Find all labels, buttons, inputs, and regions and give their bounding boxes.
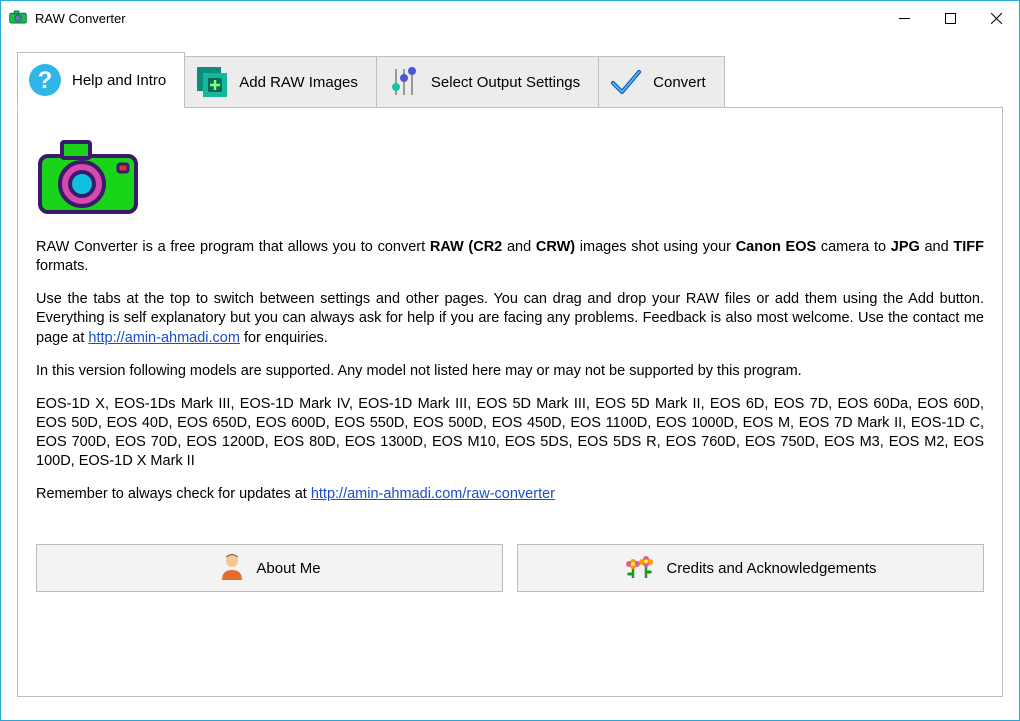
tab-bar: ? Help and Intro Add RAW Images <box>17 52 1003 108</box>
bottom-button-row: About Me <box>36 544 984 592</box>
close-button[interactable] <box>973 2 1019 36</box>
checkmark-icon <box>609 65 643 99</box>
updates-link[interactable]: http://amin-ahmadi.com/raw-converter <box>311 486 555 502</box>
window-title: RAW Converter <box>35 11 126 26</box>
flowers-icon <box>624 552 656 584</box>
tab-label: Help and Intro <box>72 72 166 89</box>
intro-paragraph-3: In this version following models are sup… <box>36 362 984 381</box>
sliders-icon <box>387 65 421 99</box>
add-images-icon <box>195 65 229 99</box>
minimize-button[interactable] <box>881 2 927 36</box>
supported-models-list: EOS-1D X, EOS-1Ds Mark III, EOS-1D Mark … <box>36 395 984 472</box>
app-icon <box>9 10 27 28</box>
tab-add-raw[interactable]: Add RAW Images <box>185 56 377 108</box>
tab-label: Add RAW Images <box>239 74 358 91</box>
tab-label: Convert <box>653 74 706 91</box>
maximize-button[interactable] <box>927 2 973 36</box>
tab-label: Select Output Settings <box>431 74 580 91</box>
intro-paragraph-2: Use the tabs at the top to switch betwee… <box>36 290 984 347</box>
contact-link[interactable]: http://amin-ahmadi.com <box>88 330 240 346</box>
intro-paragraph-5: Remember to always check for updates at … <box>36 485 984 504</box>
button-label: Credits and Acknowledgements <box>666 560 876 577</box>
tab-convert[interactable]: Convert <box>599 56 725 108</box>
svg-text:?: ? <box>38 67 53 94</box>
person-icon <box>218 552 246 584</box>
intro-paragraph-1: RAW Converter is a free program that all… <box>36 238 984 276</box>
title-bar: RAW Converter <box>1 1 1019 36</box>
help-icon: ? <box>28 63 62 97</box>
credits-button[interactable]: Credits and Acknowledgements <box>517 544 984 592</box>
tab-panel-help: RAW Converter is a free program that all… <box>17 107 1003 697</box>
button-label: About Me <box>256 560 320 577</box>
tab-help-intro[interactable]: ? Help and Intro <box>17 52 185 108</box>
camera-icon <box>36 138 144 216</box>
tab-output-settings[interactable]: Select Output Settings <box>377 56 599 108</box>
about-me-button[interactable]: About Me <box>36 544 503 592</box>
main-content: ? Help and Intro Add RAW Images <box>1 36 1019 709</box>
